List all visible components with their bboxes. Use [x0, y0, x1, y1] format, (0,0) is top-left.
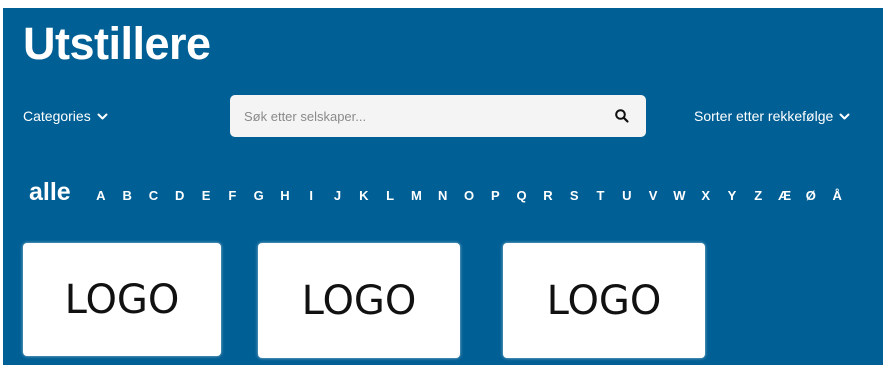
letter-filter[interactable]: M	[403, 188, 429, 203]
letter-filter[interactable]: Å	[824, 188, 850, 203]
letter-filter[interactable]: O	[456, 188, 482, 203]
letter-filter[interactable]: E	[193, 188, 219, 203]
letter-filter[interactable]: Q	[508, 188, 534, 203]
exhibitor-logo-card[interactable]: LOGO	[23, 243, 221, 356]
sort-dropdown[interactable]: Sorter etter rekkefølge	[694, 108, 850, 124]
exhibitor-logo-card[interactable]: LOGO	[258, 243, 460, 358]
exhibitor-logo: LOGO	[301, 277, 417, 324]
letter-filter[interactable]: F	[219, 188, 245, 203]
letter-filter[interactable]: H	[272, 188, 298, 203]
search-input[interactable]	[230, 95, 590, 137]
chevron-down-icon	[97, 111, 108, 122]
letter-filter[interactable]: S	[561, 188, 587, 203]
letter-filter[interactable]: Ø	[798, 188, 824, 203]
letter-filter[interactable]: B	[114, 188, 140, 203]
exhibitor-logo: LOGO	[546, 277, 662, 324]
letter-filter[interactable]: X	[693, 188, 719, 203]
letter-filter[interactable]: C	[140, 188, 166, 203]
alphabet-filter: alle A B C D E F G H I J K L M N O P Q R…	[29, 178, 850, 207]
letter-filter[interactable]: G	[245, 188, 271, 203]
exhibitors-panel: Utstillere Categories Sorter etter rekke…	[3, 8, 883, 365]
search-icon[interactable]	[614, 108, 630, 124]
chevron-down-icon	[839, 111, 850, 122]
letter-filter[interactable]: T	[587, 188, 613, 203]
letter-filter[interactable]: J	[324, 188, 350, 203]
letter-filter[interactable]: Y	[719, 188, 745, 203]
letter-filter[interactable]: I	[298, 188, 324, 203]
sort-label: Sorter etter rekkefølge	[694, 108, 834, 124]
letter-filter[interactable]: K	[351, 188, 377, 203]
exhibitor-logo-card[interactable]: LOGO	[503, 243, 705, 358]
letter-filter[interactable]: Æ	[771, 188, 797, 203]
letter-filter[interactable]: N	[430, 188, 456, 203]
letter-filter[interactable]: V	[640, 188, 666, 203]
letter-filter[interactable]: P	[482, 188, 508, 203]
letter-filter[interactable]: W	[666, 188, 692, 203]
categories-dropdown[interactable]: Categories	[23, 108, 108, 124]
page-title: Utstillere	[23, 18, 211, 69]
letter-filter[interactable]: D	[167, 188, 193, 203]
letter-filter[interactable]: U	[614, 188, 640, 203]
letter-filter-all[interactable]: alle	[29, 178, 71, 207]
letter-filter[interactable]: Z	[745, 188, 771, 203]
letter-filter[interactable]: A	[88, 188, 114, 203]
letter-filter[interactable]: L	[377, 188, 403, 203]
letter-filter[interactable]: R	[535, 188, 561, 203]
exhibitor-logo: LOGO	[64, 276, 180, 323]
search-box	[230, 95, 646, 137]
categories-label: Categories	[23, 108, 91, 124]
